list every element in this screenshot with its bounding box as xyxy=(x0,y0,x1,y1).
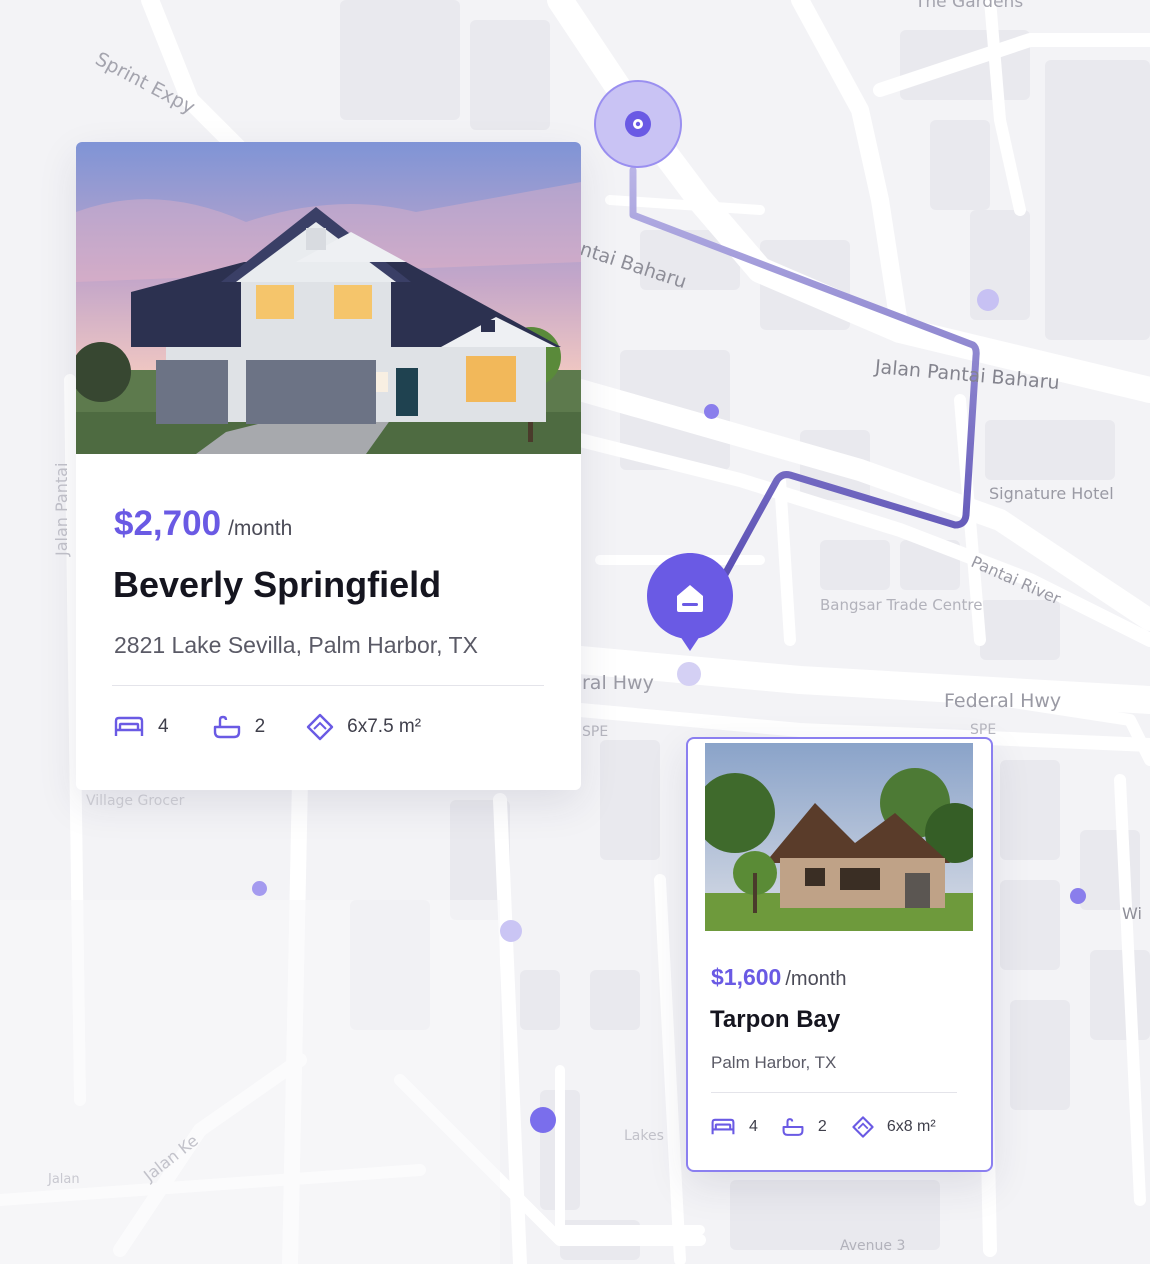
map-label-federal-hwy: Federal Hwy xyxy=(944,690,1062,712)
price-amount: $2,700 xyxy=(114,504,222,543)
price-amount: $1,600 xyxy=(711,964,782,990)
map-label-bangsar-trade-centre: Bangsar Trade Centre xyxy=(820,596,983,614)
beds-count: 4 xyxy=(158,716,169,737)
map-label-signature-hotel: Signature Hotel xyxy=(989,484,1114,503)
map-label-wi: Wi xyxy=(1122,904,1142,923)
price-unit: /month xyxy=(228,517,293,540)
bathtub-icon xyxy=(213,715,240,739)
map-label-lakeside: Lakes xyxy=(624,1128,664,1144)
listing-card[interactable]: $2,700 /month Beverly Springfield 2821 L… xyxy=(76,142,581,790)
bed-icon xyxy=(711,1118,735,1135)
map-marker-dot[interactable] xyxy=(500,920,522,942)
map-marker-dot[interactable] xyxy=(977,289,999,311)
map-marker-dot[interactable] xyxy=(677,662,701,686)
bathtub-icon xyxy=(782,1118,804,1136)
bed-icon xyxy=(114,716,144,736)
area-value: 6x8 m² xyxy=(886,1118,936,1135)
baths-feature: 2 xyxy=(782,1117,827,1137)
listing-price: $1,600 /month xyxy=(711,964,847,991)
map-label-spe-right: SPE xyxy=(970,722,997,738)
origin-marker[interactable] xyxy=(594,80,682,168)
listing-features: 4 2 6x7.5 m² xyxy=(114,712,421,742)
map-label-jalan-bottom: Jalan xyxy=(48,1172,80,1187)
area-icon xyxy=(306,713,334,741)
home-pin-marker[interactable] xyxy=(644,551,736,655)
baths-count: 2 xyxy=(254,716,266,737)
area-value: 6x7.5 m² xyxy=(347,716,422,737)
area-feature: 6x7.5 m² xyxy=(305,712,421,742)
listing-address: 2821 Lake Sevilla, Palm Harbor, TX xyxy=(114,632,478,658)
map-marker-dot[interactable] xyxy=(530,1107,556,1133)
baths-count: 2 xyxy=(817,1118,827,1135)
map-marker-dot[interactable] xyxy=(704,404,719,419)
map-label-federal-hwy-partial: ral Hwy xyxy=(582,672,654,694)
property-photo[interactable] xyxy=(76,142,581,454)
map-label-village-grocer: Village Grocer xyxy=(86,793,185,809)
beds-feature: 4 xyxy=(114,716,169,738)
map-label-spe-left: SPE xyxy=(582,724,609,740)
map-label-top: The Gardens xyxy=(915,0,1024,12)
baths-feature: 2 xyxy=(213,715,266,739)
listing-card-selected[interactable]: $1,600 /month Tarpon Bay Palm Harbor, TX… xyxy=(686,737,993,1172)
area-feature: 6x8 m² xyxy=(851,1115,936,1139)
beds-count: 4 xyxy=(749,1118,758,1135)
divider xyxy=(112,685,544,686)
map-label-avenue-3: Avenue 3 xyxy=(840,1238,906,1254)
listing-address: Palm Harbor, TX xyxy=(711,1053,837,1072)
listing-name[interactable]: Tarpon Bay xyxy=(710,1006,840,1034)
area-icon xyxy=(852,1116,874,1138)
location-target-icon xyxy=(625,111,651,137)
divider xyxy=(711,1092,957,1093)
beds-feature: 4 xyxy=(711,1118,758,1136)
listing-name[interactable]: Beverly Springfield xyxy=(113,564,441,606)
price-unit: /month xyxy=(785,968,847,990)
map-marker-dot[interactable] xyxy=(252,881,267,896)
listing-price: $2,700 /month xyxy=(114,504,292,544)
map-marker-dot[interactable] xyxy=(1070,888,1086,904)
property-photo[interactable] xyxy=(705,743,973,931)
map-label-jalan-pantai: Jalan Pantai xyxy=(52,462,71,556)
listing-features: 4 2 6x8 m² xyxy=(711,1115,936,1139)
